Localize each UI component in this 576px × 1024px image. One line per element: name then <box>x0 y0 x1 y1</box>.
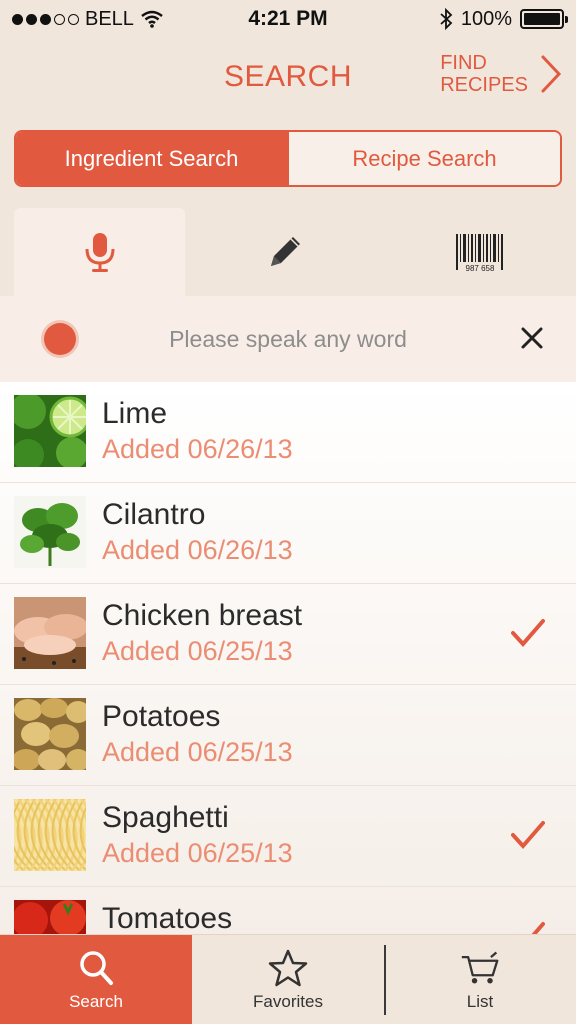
ingredient-thumbnail <box>14 496 86 568</box>
checkmark-icon[interactable] <box>510 920 546 935</box>
microphone-icon <box>85 233 115 272</box>
ingredient-thumbnail <box>14 698 86 770</box>
ingredient-added-date: Added 06/25/13 <box>102 636 293 666</box>
cart-icon <box>461 951 499 984</box>
pencil-icon <box>271 237 301 266</box>
ingredient-row[interactable]: Lime Added 06/26/13 <box>0 382 576 483</box>
ingredient-name: Chicken breast <box>102 599 303 632</box>
chevron-right-icon <box>541 55 562 93</box>
battery-fill <box>524 13 560 25</box>
ingredient-thumbnail <box>14 597 86 669</box>
star-icon <box>268 949 308 987</box>
status-right: 100% <box>439 7 568 31</box>
battery-percent: 100% <box>460 7 512 30</box>
close-icon[interactable] <box>520 326 544 350</box>
ingredient-row[interactable]: Cilantro Added 06/26/13 <box>0 483 576 584</box>
ingredient-row[interactable]: TomatoesAdded 06/25/13 <box>0 887 576 935</box>
tab-search[interactable]: Search <box>0 935 192 1024</box>
input-mode-tabs: 987 658 <box>0 208 576 296</box>
tab-list-label: List <box>466 992 494 1011</box>
ingredient-search-tab[interactable]: Ingredient Search <box>16 132 287 185</box>
battery-icon <box>520 9 568 29</box>
ingredient-added-date: Added 06/26/13 <box>102 535 293 565</box>
voice-input-bar: Please speak any word <box>0 296 576 382</box>
voice-prompt: Please speak any word <box>169 325 407 352</box>
checkmark-icon[interactable] <box>510 819 546 851</box>
checkmark-icon[interactable] <box>510 617 546 649</box>
ingredient-name: Potatoes <box>102 700 221 733</box>
find-recipes-label: FIND RECIPES <box>440 52 528 96</box>
status-bar: BELL 4:21 PM 100% <box>0 0 576 38</box>
find-recipes-line1: FIND <box>440 52 487 74</box>
ingredient-name: Lime <box>102 397 168 430</box>
carrier-name: BELL <box>85 7 134 30</box>
ingredient-list: Lime Added 06/26/13 Cilantro Added 06/26/13… <box>0 382 576 935</box>
ingredient-added-date: Added 06/25/13 <box>102 737 293 767</box>
ingredient-thumbnail <box>14 799 86 871</box>
search-type-segmented-control: Ingredient Search Recipe Search <box>14 130 562 187</box>
ingredient-added-date: Added 06/25/13 <box>102 838 293 868</box>
ingredient-thumbnail <box>14 395 86 467</box>
ingredient-added-date: Added 06/26/13 <box>102 434 293 464</box>
find-recipes-button[interactable]: FIND RECIPES <box>440 52 562 96</box>
header: SEARCH FIND RECIPES <box>0 38 576 120</box>
barcode-icon: 987 658 <box>456 234 504 272</box>
tab-favorites[interactable]: Favorites <box>192 935 384 1024</box>
ingredient-row[interactable]: Potatoes Added 06/25/13 <box>0 685 576 786</box>
ingredient-row[interactable]: Chicken breast Added 06/25/13 <box>0 584 576 685</box>
ingredient-name: Tomatoes <box>102 902 233 935</box>
ingredient-row[interactable]: Spaghetti Added 06/25/13 <box>0 786 576 887</box>
barcode-digits: 987 658 <box>466 264 495 272</box>
text-input-tab[interactable] <box>185 208 384 296</box>
search-icon <box>80 951 113 985</box>
barcode-input-tab[interactable]: 987 658 <box>385 208 576 296</box>
tab-bar: Search Favorites List <box>0 934 576 1024</box>
signal-strength-icon <box>12 13 79 25</box>
voice-input-tab[interactable] <box>14 208 186 296</box>
recipe-search-tab[interactable]: Recipe Search <box>287 132 560 185</box>
ingredient-name: Spaghetti <box>102 801 229 834</box>
tab-search-label: Search <box>69 992 123 1011</box>
status-left: BELL <box>12 8 164 31</box>
tab-favorites-label: Favorites <box>253 992 323 1011</box>
ingredient-thumbnail <box>14 900 86 935</box>
wifi-icon <box>141 10 163 28</box>
bluetooth-icon <box>440 8 453 30</box>
tab-list[interactable]: List <box>384 935 576 1024</box>
ingredient-name: Cilantro <box>102 498 206 531</box>
find-recipes-line2: RECIPES <box>440 74 528 96</box>
